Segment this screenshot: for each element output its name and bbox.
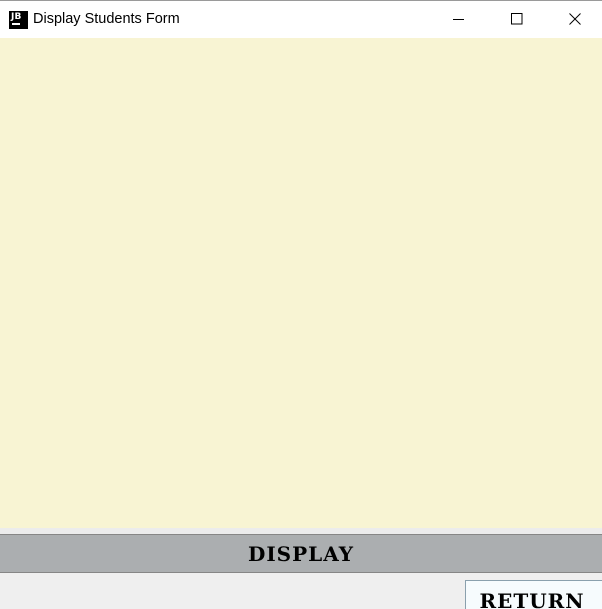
- close-button[interactable]: [552, 1, 598, 38]
- display-button[interactable]: DISPLAY: [0, 534, 602, 573]
- students-display-panel: [0, 38, 602, 528]
- title-bar[interactable]: JB Display Students Form: [0, 0, 602, 38]
- return-button-label: RETURN: [479, 589, 585, 609]
- app-icon: JB: [9, 11, 28, 29]
- minimize-button[interactable]: [436, 1, 482, 38]
- display-students-window: JB Display Students Form DISPLAY RETURN: [0, 0, 602, 609]
- minimize-icon: [453, 19, 464, 20]
- window-title: Display Students Form: [33, 11, 180, 27]
- app-icon-underline: [12, 23, 20, 25]
- display-button-label: DISPLAY: [247, 542, 355, 566]
- app-icon-text: JB: [11, 12, 22, 22]
- maximize-button[interactable]: [494, 1, 540, 38]
- maximize-icon: [511, 13, 523, 25]
- return-button[interactable]: RETURN: [465, 580, 602, 609]
- close-icon: [569, 13, 581, 25]
